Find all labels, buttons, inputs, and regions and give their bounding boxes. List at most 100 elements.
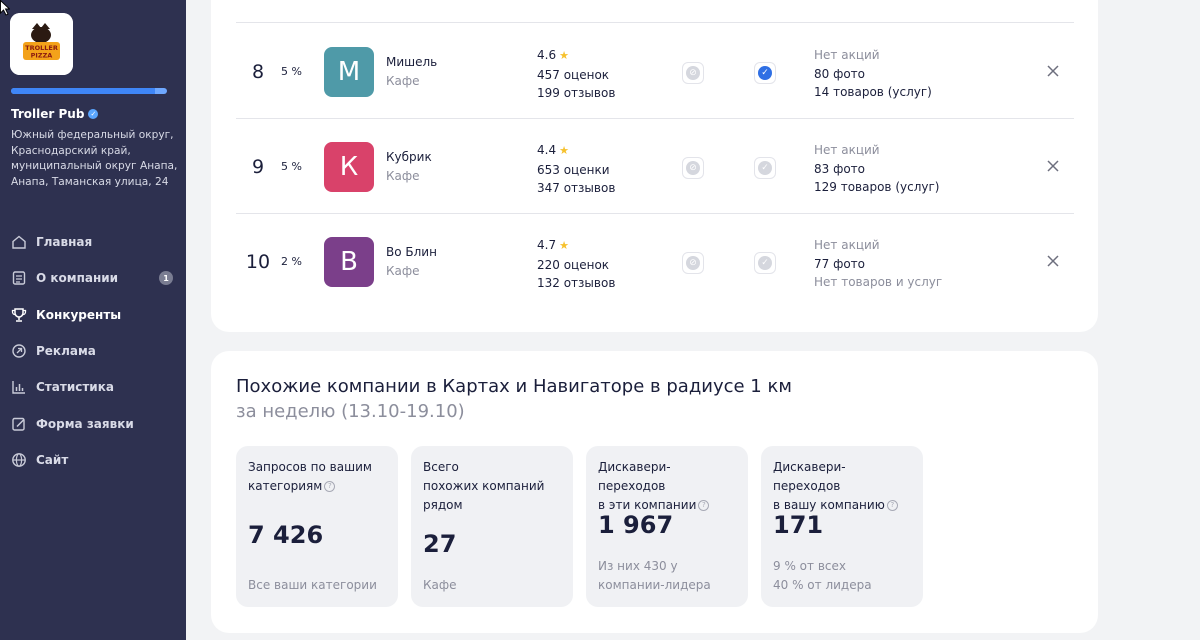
stat-label-line: Дискавери-переходов bbox=[773, 460, 846, 493]
stat-note: Кафе bbox=[423, 576, 457, 595]
competitor-name[interactable]: Во Блин bbox=[386, 245, 437, 259]
document-icon bbox=[10, 270, 27, 287]
competitor-rating: 4.7 ★ 220 оценок 132 отзывов bbox=[537, 236, 615, 293]
stat-value: 27 bbox=[423, 530, 457, 558]
progress-fill bbox=[11, 88, 155, 94]
competitor-category: Кафе bbox=[386, 74, 420, 88]
help-icon[interactable]: ? bbox=[698, 500, 710, 511]
verified-check: ✓ bbox=[754, 157, 776, 179]
troller-pizza-logo: TROLLER PIZZA bbox=[10, 13, 73, 75]
close-icon[interactable] bbox=[1046, 64, 1060, 78]
competitor-name[interactable]: Кубрик bbox=[386, 150, 432, 164]
stat-label: Всего похожих компаний рядом bbox=[423, 458, 561, 515]
competitor-info: Нет акций 80 фото 14 товаров (услуг) bbox=[814, 46, 932, 102]
sidebar-item-competitors[interactable]: Конкуренты bbox=[0, 297, 186, 333]
feature-check: ⊘ bbox=[682, 157, 704, 179]
stat-note-line: Все ваши категории bbox=[248, 578, 377, 592]
sidebar-item-home[interactable]: Главная bbox=[0, 224, 186, 260]
checkmark-icon: ✓ bbox=[758, 66, 772, 80]
competitor-rank: 8 bbox=[251, 60, 265, 83]
form-edit-icon bbox=[10, 415, 27, 432]
close-icon[interactable] bbox=[1046, 254, 1060, 268]
close-icon[interactable] bbox=[1046, 159, 1060, 173]
help-icon[interactable]: ? bbox=[324, 481, 336, 492]
stat-label-line: в эти компании bbox=[598, 498, 697, 512]
competitor-category: Кафе bbox=[386, 169, 420, 183]
org-address: Южный федеральный округ, Краснодарский к… bbox=[11, 129, 178, 188]
star-icon: ★ bbox=[559, 144, 569, 157]
mouse-cursor-icon bbox=[0, 0, 10, 16]
stat-note-line: 40 % от лидера bbox=[773, 578, 872, 592]
sidebar-item-label: Сайт bbox=[36, 452, 69, 467]
rating-value: 4.6 bbox=[537, 48, 557, 62]
competitor-name[interactable]: Мишель bbox=[386, 55, 437, 69]
sidebar-item-statistics[interactable]: Статистика bbox=[0, 369, 186, 405]
stat-label-line: Дискавери-переходов bbox=[598, 460, 671, 493]
svg-text:PIZZA: PIZZA bbox=[31, 52, 53, 60]
sidebar-item-ads[interactable]: Реклама bbox=[0, 333, 186, 369]
org-name[interactable]: Troller Pub ✓ bbox=[11, 107, 99, 121]
stat-note: Все ваши категории bbox=[248, 576, 377, 595]
sidebar-item-about[interactable]: О компании 1 bbox=[0, 260, 186, 296]
stat-label-line: похожих компаний bbox=[423, 479, 545, 493]
company-logo[interactable]: TROLLER PIZZA bbox=[10, 13, 73, 75]
photos-text: 77 фото bbox=[814, 256, 866, 271]
avatar: В bbox=[324, 237, 374, 287]
compass-icon: ⊘ bbox=[686, 161, 700, 175]
competitor-info: Нет акций 77 фото Нет товаров и услуг bbox=[814, 236, 942, 292]
competitor-rating: 4.6 ★ 457 оценок 199 отзывов bbox=[537, 46, 615, 103]
stat-label-line: категориям bbox=[248, 479, 323, 493]
section-title: Похожие компании в Картах и Навигаторе в… bbox=[236, 376, 792, 397]
promos-text: Нет акций bbox=[814, 143, 880, 157]
photos-text: 80 фото bbox=[814, 66, 866, 81]
competitor-rank: 9 bbox=[251, 155, 265, 178]
stat-note-line: компании-лидера bbox=[598, 578, 711, 592]
stat-label-line: в вашу компанию bbox=[773, 498, 885, 512]
stat-card: Всего похожих компаний рядом 27 Кафе bbox=[411, 446, 573, 607]
help-icon[interactable]: ? bbox=[886, 500, 898, 511]
star-icon: ★ bbox=[559, 49, 569, 62]
trophy-icon bbox=[10, 306, 27, 323]
competitor-category: Кафе bbox=[386, 264, 420, 278]
globe-icon bbox=[10, 451, 27, 468]
sidebar-item-request-form[interactable]: Форма заявки bbox=[0, 405, 186, 441]
sidebar-item-label: О компании bbox=[36, 271, 119, 286]
stat-card: Дискавери-переходов в вашу компанию? 171… bbox=[761, 446, 923, 607]
section-period: за неделю (13.10-19.10) bbox=[236, 401, 465, 422]
org-name-text: Troller Pub bbox=[11, 107, 85, 121]
ratings-count: 457 оценок bbox=[537, 67, 610, 82]
notification-badge: 1 bbox=[159, 271, 173, 286]
stat-card: Запросов по вашим категориям? 7 426 Все … bbox=[236, 446, 398, 607]
competitor-share: 2 % bbox=[281, 255, 302, 268]
verified-icon: ✓ bbox=[88, 109, 99, 119]
verified-check: ✓ bbox=[754, 62, 776, 84]
competitor-info: Нет акций 83 фото 129 товаров (услуг) bbox=[814, 141, 939, 197]
compass-icon: ⊘ bbox=[686, 66, 700, 80]
stat-label: Дискавери-переходов в вашу компанию? bbox=[773, 458, 911, 515]
goods-text: 14 товаров (услуг) bbox=[814, 85, 932, 99]
competitor-rank: 10 bbox=[245, 250, 271, 273]
sidebar-item-site[interactable]: Сайт bbox=[0, 442, 186, 478]
competitor-share: 5 % bbox=[281, 160, 302, 173]
table-row[interactable]: 10 2 % В Во Блин Кафе 4.7 ★ 220 оценок 13… bbox=[236, 214, 1074, 309]
avatar: К bbox=[324, 142, 374, 192]
feature-check: ⊘ bbox=[682, 252, 704, 274]
stat-label-line: Запросов по вашим bbox=[248, 460, 372, 474]
profile-progress-bar bbox=[11, 88, 167, 94]
goods-text: Нет товаров и услуг bbox=[814, 275, 943, 289]
table-row[interactable]: 9 5 % К Кубрик Кафе 4.4 ★ 653 оценки 347 … bbox=[236, 119, 1074, 214]
stat-label-line: рядом bbox=[423, 498, 463, 512]
stat-note-line: Из них 430 у bbox=[598, 559, 678, 573]
stat-note: 9 % от всех 40 % от лидера bbox=[773, 557, 872, 595]
competitor-rating: 4.4 ★ 653 оценки 347 отзывов bbox=[537, 141, 615, 198]
ratings-count: 653 оценки bbox=[537, 162, 610, 177]
stat-label-line: Всего bbox=[423, 460, 459, 474]
competitors-card: 8 5 % М Мишель Кафе 4.6 ★ 457 оценок 199 … bbox=[211, 0, 1098, 332]
stat-value: 1 967 bbox=[598, 511, 674, 539]
checkmark-icon: ✓ bbox=[758, 256, 772, 270]
table-row-partial bbox=[236, 0, 1074, 23]
sidebar-item-label: Реклама bbox=[36, 344, 96, 359]
ratings-count: 220 оценок bbox=[537, 257, 610, 272]
table-row[interactable]: 8 5 % М Мишель Кафе 4.6 ★ 457 оценок 199 … bbox=[236, 24, 1074, 119]
reviews-count: 347 отзывов bbox=[537, 181, 616, 195]
